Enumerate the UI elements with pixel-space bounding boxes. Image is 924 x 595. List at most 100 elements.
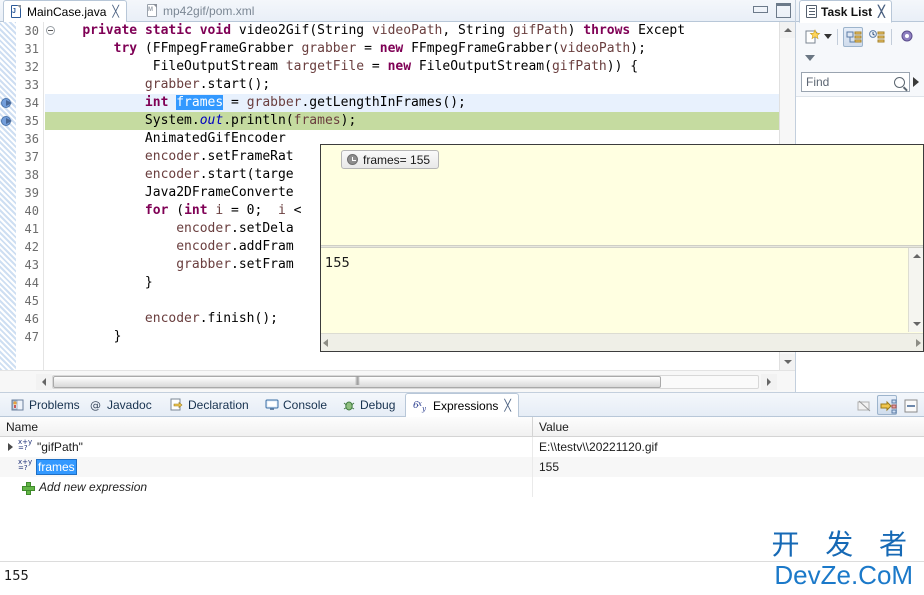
expressions-icon: 6xy <box>413 399 429 413</box>
tab-debug[interactable]: Debug <box>335 393 402 417</box>
editor-tab-pom-xml[interactable]: M mp42gif/pom.xml <box>140 0 261 22</box>
bottom-tab-label: Debug <box>360 398 396 412</box>
hscroll-thumb[interactable] <box>53 376 661 388</box>
code-line[interactable]: FileOutputStream targetFile = new FileOu… <box>45 58 795 76</box>
scroll-right-icon[interactable] <box>916 338 921 347</box>
add-new-expression-row[interactable]: Add new expression <box>0 477 924 497</box>
expressions-table-header: Name Value <box>0 417 924 437</box>
tab-expressions[interactable]: 6 x y Expressions ╳ <box>405 393 519 418</box>
add-expression-label: Add new expression <box>39 480 148 494</box>
chevron-down-icon[interactable] <box>824 34 832 39</box>
code-line[interactable]: int frames = grabber.getLengthInFrames()… <box>45 94 795 112</box>
bottom-tab-label: Problems <box>29 398 80 412</box>
remove-all-expressions-icon[interactable] <box>854 395 874 415</box>
line-number: 39 <box>24 186 39 200</box>
plus-icon[interactable] <box>22 481 35 495</box>
play-right-icon[interactable] <box>913 77 919 87</box>
bottom-view-stack: Problems @ Javadoc Declaration Console Debug 6… <box>0 392 924 595</box>
scroll-up-icon[interactable] <box>780 22 796 38</box>
expand-arrow-icon[interactable] <box>6 442 15 452</box>
code-line[interactable]: private static void video2Gif(String vid… <box>45 22 795 40</box>
status-text: 155 <box>4 569 29 584</box>
add-expression-cell[interactable]: Add new expression <box>0 477 533 497</box>
tab-console[interactable]: Console <box>258 393 334 417</box>
breakpoint-icon[interactable] <box>1 97 13 109</box>
table-row[interactable]: x+y =? "gifPath" E:\\testv\\20221120.gif <box>0 437 924 457</box>
chevron-down-outline-icon[interactable] <box>805 55 815 61</box>
task-list-tab-bar: Task List ╳ <box>796 0 924 23</box>
column-header-value[interactable]: Value <box>533 417 924 436</box>
fold-collapse-icon[interactable] <box>46 26 55 35</box>
scroll-right-icon[interactable] <box>761 373 777 390</box>
line-number: 30 <box>24 24 39 38</box>
svg-text:y: y <box>421 405 427 413</box>
line-number: 34 <box>24 96 39 110</box>
scroll-down-icon[interactable] <box>909 316 924 332</box>
task-list-find-row: Find <box>796 68 924 96</box>
inspect-tooltip: frames= 155 <box>341 150 440 169</box>
search-icon[interactable] <box>894 76 905 88</box>
editor-annotation-ruler <box>0 22 16 370</box>
editor-window-buttons <box>753 3 791 18</box>
popup-vertical-scrollbar[interactable] <box>908 248 923 332</box>
expression-value[interactable]: 155 <box>533 460 924 474</box>
find-input[interactable]: Find <box>801 72 910 92</box>
expression-name-cell[interactable]: x+y =? "gifPath" <box>0 437 533 457</box>
scroll-left-icon[interactable] <box>323 338 328 347</box>
tab-javadoc[interactable]: @ Javadoc <box>82 393 159 417</box>
close-icon[interactable]: ╳ <box>878 5 885 18</box>
xml-file-icon: M <box>146 4 159 18</box>
line-number: 45 <box>24 294 39 308</box>
editor-tab-label: mp42gif/pom.xml <box>163 4 255 18</box>
expression-value[interactable]: E:\\testv\\20221120.gif <box>533 440 924 454</box>
scroll-down-icon[interactable] <box>780 354 796 370</box>
popup-lower-pane[interactable]: 155 <box>321 248 923 332</box>
popup-horizontal-scrollbar[interactable] <box>321 333 923 351</box>
close-icon[interactable]: ╳ <box>504 399 511 412</box>
focus-icon[interactable] <box>897 27 917 47</box>
javadoc-icon: @ <box>89 398 103 412</box>
scroll-left-icon[interactable] <box>36 373 52 390</box>
task-list-tab-label: Task List <box>821 4 873 19</box>
expression-inspect-popup[interactable]: frames= 155 155 <box>320 144 924 352</box>
scroll-up-icon[interactable] <box>909 248 924 264</box>
bottom-tab-bar: Problems @ Javadoc Declaration Console Debug 6… <box>0 393 924 418</box>
tab-task-list[interactable]: Task List ╳ <box>799 0 892 23</box>
expressions-rows[interactable]: x+y =? "gifPath" E:\\testv\\20221120.gif x+y… <box>0 437 924 497</box>
show-logical-structure-icon[interactable] <box>877 395 897 415</box>
expressions-table[interactable]: Name Value x+y =? "gifPath" E:\\testv\\2022… <box>0 417 924 561</box>
java-file-icon: J <box>10 4 23 19</box>
code-line[interactable]: grabber.start(); <box>45 76 795 94</box>
new-task-icon[interactable] <box>801 27 821 47</box>
task-list-collapse-toggle[interactable] <box>796 48 924 68</box>
task-list-toolbar <box>796 22 924 48</box>
maximize-button[interactable] <box>776 3 791 18</box>
view-menu-icon[interactable] <box>900 395 920 415</box>
categorized-view-icon[interactable] <box>843 26 863 47</box>
tab-declaration[interactable]: Declaration <box>163 393 256 417</box>
declaration-icon <box>170 398 184 412</box>
table-row[interactable]: x+y =? frames 155 <box>0 457 924 477</box>
expressions-toolbar <box>854 395 920 415</box>
close-icon[interactable]: ╳ <box>112 5 119 18</box>
breakpoint-icon[interactable] <box>1 115 13 127</box>
minimize-button[interactable] <box>753 3 768 14</box>
column-header-name[interactable]: Name <box>0 417 533 436</box>
toolbar-separator <box>837 28 838 45</box>
line-number: 44 <box>24 276 39 290</box>
line-number: 46 <box>24 312 39 326</box>
line-number: 31 <box>24 42 39 56</box>
editor-tab-maincase-java[interactable]: J MainCase.java ╳ <box>3 0 127 23</box>
code-line[interactable]: try (FFmpegFrameGrabber grabber = new FF… <box>45 40 795 58</box>
expression-name[interactable]: "gifPath" <box>37 440 83 454</box>
code-line[interactable]: System.out.println(frames); <box>45 112 795 130</box>
popup-upper-pane[interactable]: frames= 155 <box>321 145 923 245</box>
expression-name-cell[interactable]: x+y =? frames <box>0 457 533 477</box>
scheduled-view-icon[interactable] <box>866 27 886 47</box>
line-number: 32 <box>24 60 39 74</box>
hscroll-track[interactable] <box>52 375 759 389</box>
tab-problems[interactable]: Problems <box>4 393 87 417</box>
line-number: 36 <box>24 132 39 146</box>
expression-name[interactable]: frames <box>36 459 77 475</box>
editor-horizontal-scrollbar[interactable] <box>0 370 795 392</box>
